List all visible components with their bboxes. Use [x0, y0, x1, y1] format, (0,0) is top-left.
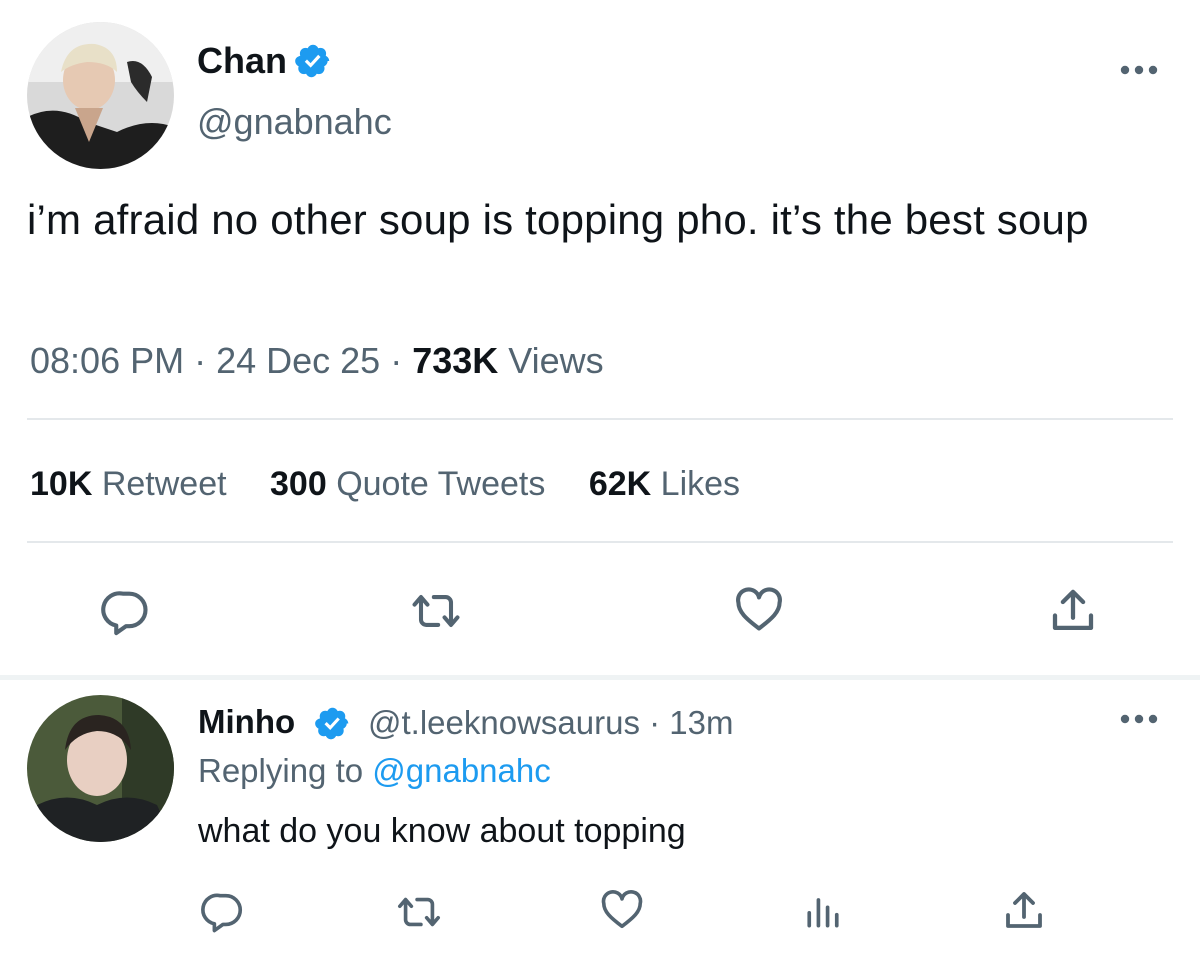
author-name[interactable]: Chan [197, 40, 287, 82]
avatar-photo [27, 695, 174, 842]
analytics-icon[interactable] [800, 889, 846, 933]
avatar-photo [27, 22, 174, 169]
retweet-label: Retweet [101, 465, 227, 503]
views-label[interactable]: Views [508, 340, 603, 381]
author-avatar[interactable] [27, 22, 174, 169]
meta-separator: · [380, 340, 413, 381]
like-icon[interactable] [732, 584, 786, 636]
tweet-stats: 10K Retweet 300 Quote Tweets 62K Likes [30, 465, 774, 504]
reply-icon[interactable] [200, 888, 246, 934]
reply-icon[interactable] [100, 585, 152, 637]
share-icon[interactable] [1000, 887, 1048, 935]
section-divider [0, 675, 1200, 680]
share-icon[interactable] [1046, 584, 1100, 638]
retweet-icon[interactable] [392, 889, 446, 935]
like-icon[interactable] [598, 887, 646, 933]
quote-stat[interactable]: 300 Quote Tweets [270, 465, 545, 503]
divider [27, 418, 1173, 420]
views-count[interactable]: 733K [412, 340, 498, 381]
replying-to-link[interactable]: @gnabnahc [372, 752, 550, 789]
replying-prefix: Replying to [198, 752, 373, 789]
reply-author-handle[interactable]: @t.leeknowsaurus [368, 704, 640, 741]
retweet-icon[interactable] [406, 585, 466, 637]
reply-more-options-icon[interactable] [1118, 709, 1162, 734]
tweet-text: i’m afraid no other soup is topping pho.… [27, 196, 1089, 243]
likes-label: Likes [660, 465, 741, 503]
author-handle[interactable]: @gnabnahc [197, 101, 392, 143]
tweet-meta: 08:06 PM · 24 Dec 25 · 733K Views [30, 340, 604, 382]
likes-stat[interactable]: 62K Likes [589, 465, 740, 503]
tweet-date[interactable]: 24 Dec 25 [216, 340, 380, 381]
verified-badge-icon [314, 705, 351, 747]
tweet-time[interactable]: 08:06 PM [30, 340, 184, 381]
retweet-stat[interactable]: 10K Retweet [30, 465, 227, 503]
divider [27, 541, 1173, 543]
quote-count: 300 [270, 465, 327, 503]
reply-author-meta: @t.leeknowsaurus · 13m [368, 704, 734, 742]
meta-separator: · [184, 340, 217, 381]
reply-author-name[interactable]: Minho [198, 703, 295, 741]
verified-badge-icon [294, 42, 332, 85]
reply-text: what do you know about topping [198, 812, 686, 850]
quote-label: Quote Tweets [336, 465, 546, 503]
replying-to: Replying to @gnabnahc [198, 752, 551, 790]
more-options-icon[interactable] [1118, 60, 1162, 85]
reply-time[interactable]: 13m [669, 704, 733, 741]
meta-separator: · [639, 704, 670, 741]
retweet-count: 10K [30, 465, 93, 503]
reply-author-avatar[interactable] [27, 695, 174, 842]
likes-count: 62K [588, 465, 652, 503]
